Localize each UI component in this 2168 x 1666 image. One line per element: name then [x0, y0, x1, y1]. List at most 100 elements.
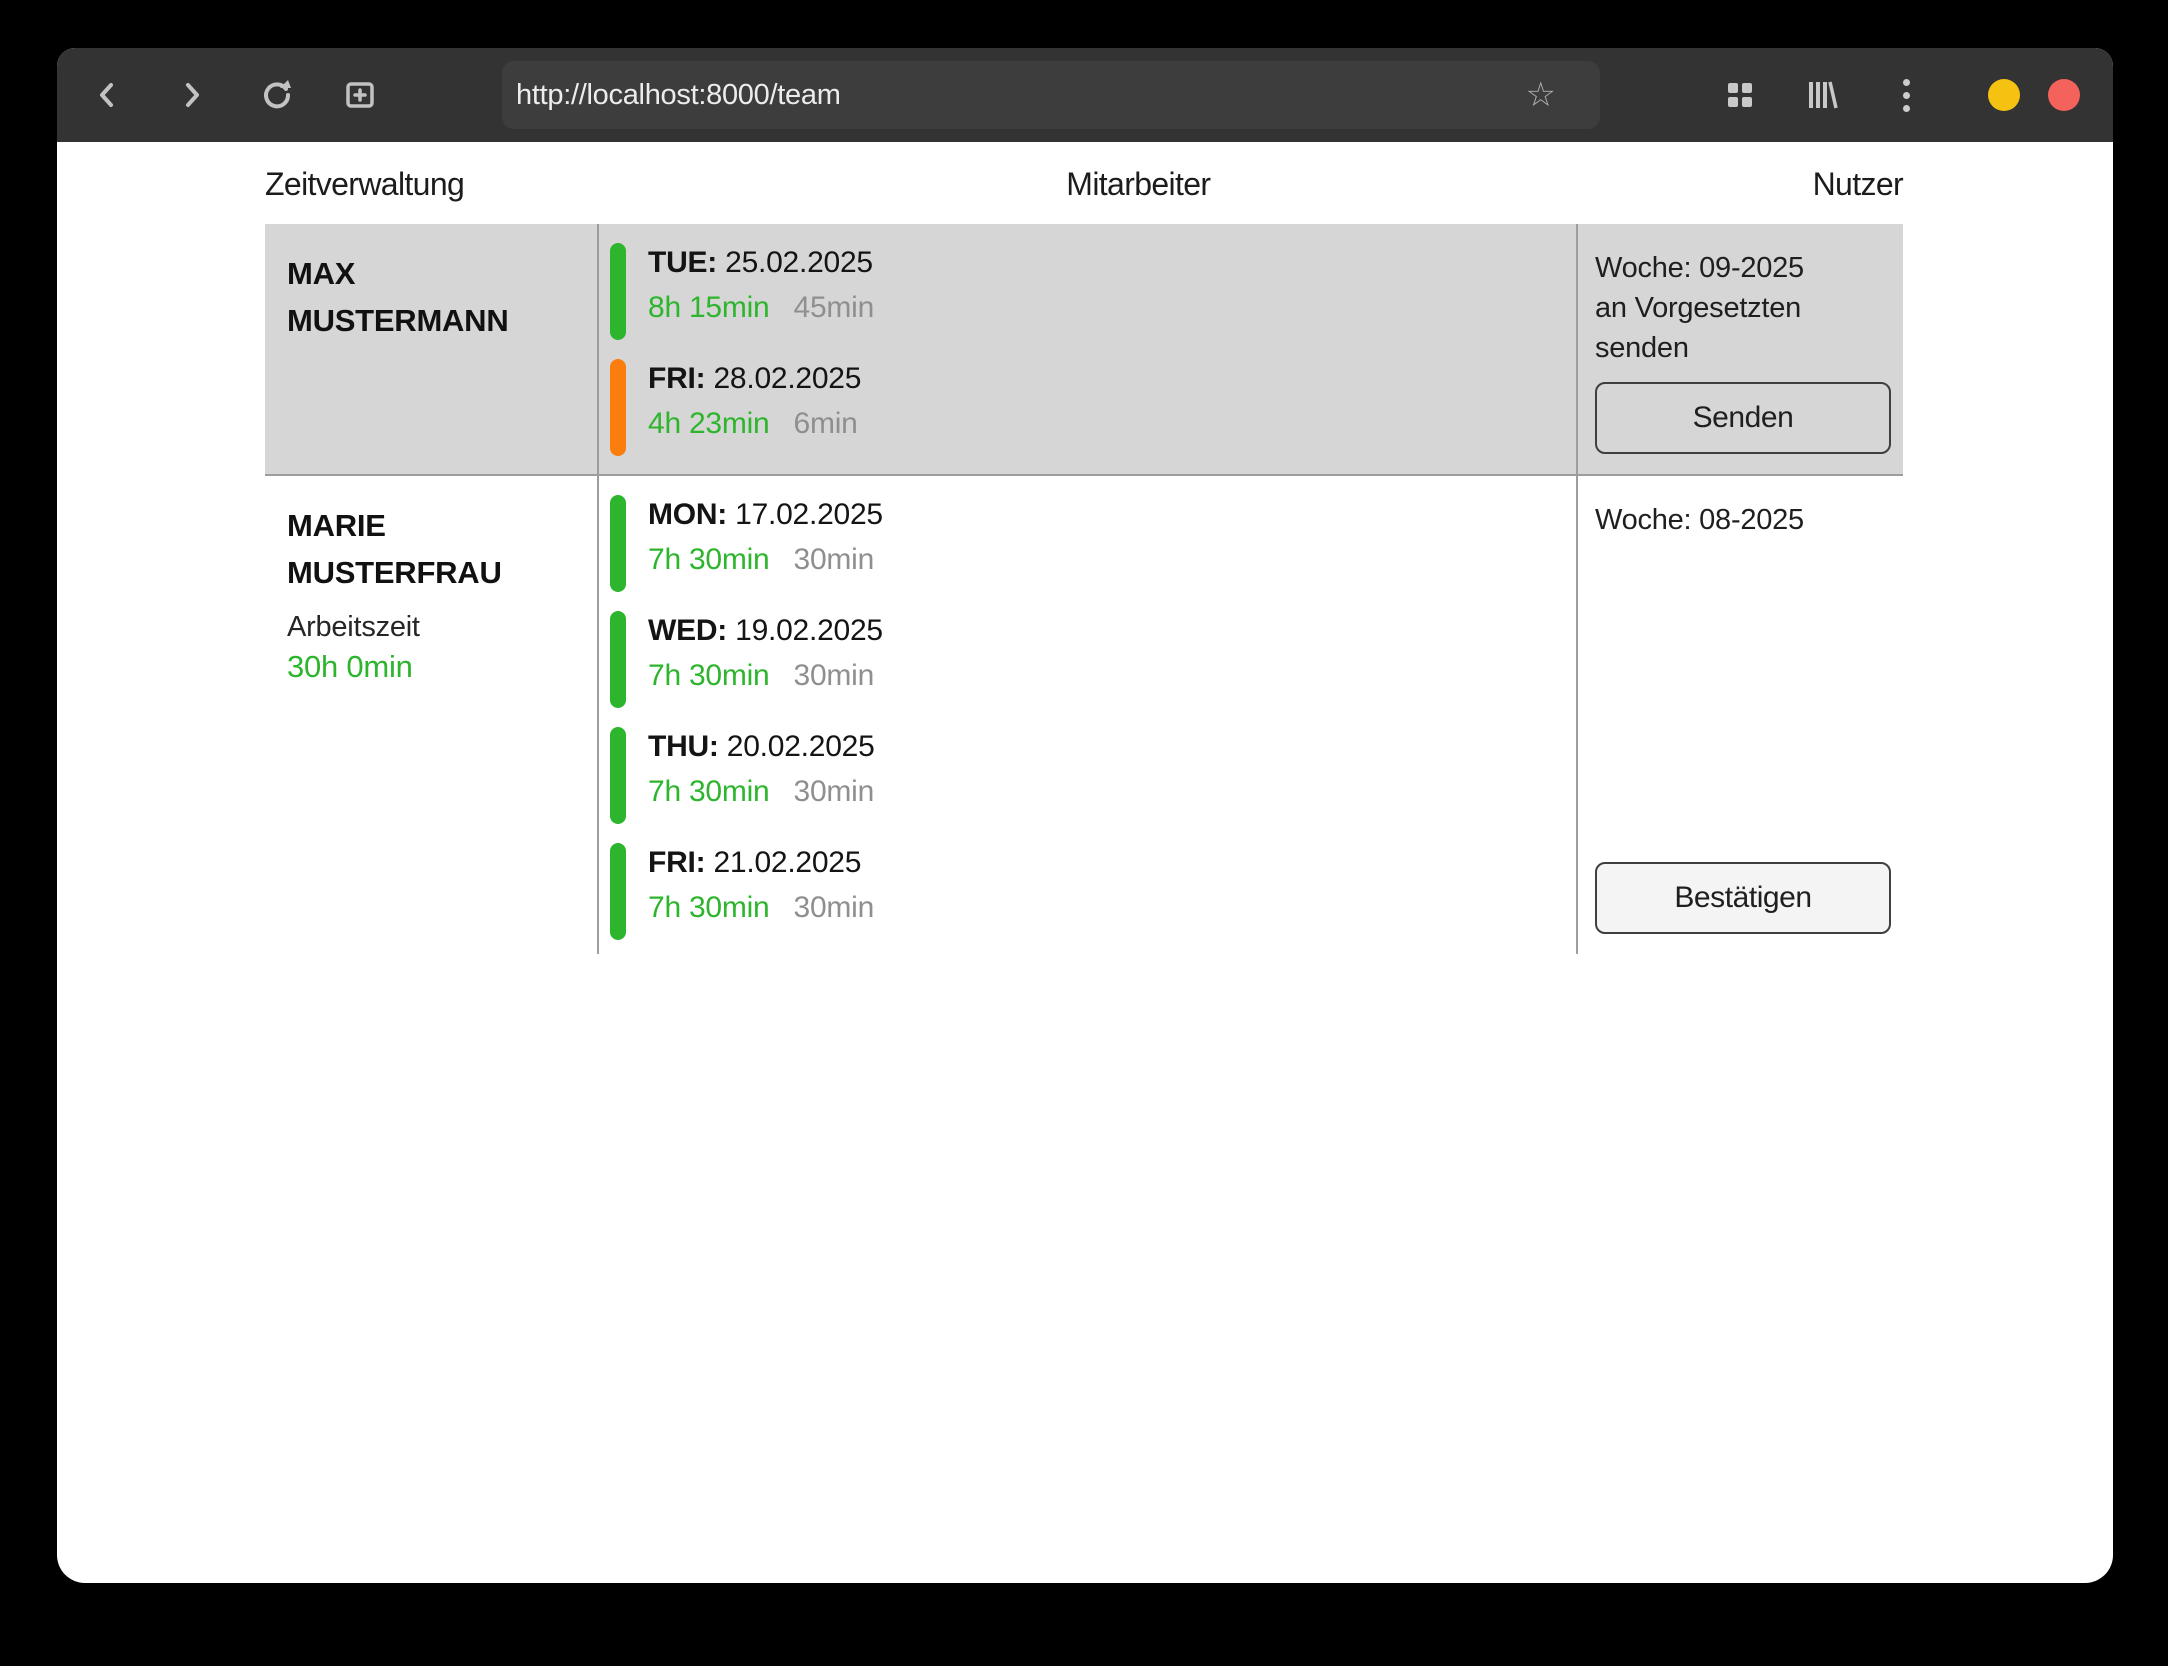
- day-entry: TUE: 25.02.2025 8h 15min 45min: [610, 240, 1576, 340]
- tabs-overview-button[interactable]: [1722, 77, 1758, 113]
- team-row: MAXMUSTERMANN TUE: 25.02.2025 8h 15min 45mi…: [265, 224, 1903, 476]
- work-duration: 7h 30min: [648, 775, 770, 808]
- browser-window: ☆: [57, 48, 2113, 1583]
- team-table: MAXMUSTERMANN TUE: 25.02.2025 8h 15min 45mi…: [265, 224, 1903, 954]
- status-bar-orange: [610, 359, 626, 456]
- employee-name-line: MUSTERFRAU: [287, 549, 587, 596]
- status-bar-green: [610, 727, 626, 824]
- day-entry-time-line: 4h 23min 6min: [648, 401, 861, 446]
- day-entry-text: THU: 20.02.2025 7h 30min 30min: [648, 724, 875, 814]
- week-label-line: Woche: 09-2025: [1595, 248, 1891, 288]
- day-entry-time-line: 8h 15min 45min: [648, 285, 874, 330]
- day-label: FRI:: [648, 846, 705, 879]
- day-label: MON:: [648, 498, 727, 531]
- minimize-button[interactable]: [1988, 79, 2020, 111]
- date-value: 17.02.2025: [727, 498, 883, 531]
- chevron-left-icon: [92, 80, 122, 110]
- day-label: THU:: [648, 730, 719, 763]
- break-duration: 30min: [794, 775, 875, 808]
- reload-icon: [260, 78, 294, 112]
- employee-name: MARIEMUSTERFRAU: [287, 502, 587, 596]
- day-entry-date-line: FRI: 28.02.2025: [648, 356, 861, 401]
- day-entry: MON: 17.02.2025 7h 30min 30min: [610, 492, 1576, 592]
- close-button[interactable]: [2048, 79, 2080, 111]
- nav-item-zeitverwaltung[interactable]: Zeitverwaltung: [265, 166, 464, 203]
- url-bar: ☆: [502, 61, 1600, 129]
- new-tab-button[interactable]: [342, 77, 378, 113]
- day-entry-text: TUE: 25.02.2025 8h 15min 45min: [648, 240, 874, 330]
- day-entry-text: MON: 17.02.2025 7h 30min 30min: [648, 492, 883, 582]
- day-entry-date-line: FRI: 21.02.2025: [648, 840, 874, 885]
- work-duration: 7h 30min: [648, 891, 770, 924]
- status-bar-green: [610, 611, 626, 708]
- nav-item-nutzer[interactable]: Nutzer: [1813, 166, 1903, 203]
- work-duration: 8h 15min: [648, 291, 770, 324]
- break-duration: 30min: [794, 659, 875, 692]
- day-entries-cell: MON: 17.02.20257h 30min30minWED: 19.02.2…: [597, 476, 1576, 954]
- week-label-line: Woche: 08-2025: [1595, 500, 1891, 540]
- work-duration: 4h 23min: [648, 407, 770, 440]
- day-label: TUE:: [648, 246, 717, 279]
- week-label-line: senden: [1595, 328, 1891, 368]
- new-tab-icon: [343, 78, 377, 112]
- date-value: 19.02.2025: [727, 614, 883, 647]
- employee-name: MAXMUSTERMANN: [287, 250, 587, 344]
- employee-name-cell: MAXMUSTERMANN: [265, 224, 597, 474]
- day-entry-date-line: WED: 19.02.2025: [648, 608, 883, 653]
- week-cell: Woche: 08-2025 Bestätigen: [1576, 476, 1903, 954]
- menu-button[interactable]: [1888, 77, 1924, 113]
- nav-item-mitarbeiter[interactable]: Mitarbeiter: [1066, 166, 1210, 203]
- date-value: 21.02.2025: [705, 846, 861, 879]
- break-duration: 6min: [794, 407, 858, 440]
- reload-button[interactable]: [259, 77, 295, 113]
- grid-icon: [1724, 79, 1756, 111]
- library-button[interactable]: [1804, 77, 1840, 113]
- day-entry-time-line: 7h 30min 30min: [648, 769, 875, 814]
- page-content: Zeitverwaltung Mitarbeiter Nutzer MAXMUS…: [57, 166, 2113, 954]
- chevron-right-icon: [177, 80, 207, 110]
- status-bar-green: [610, 843, 626, 940]
- week-label-line: an Vorgesetzten: [1595, 288, 1891, 328]
- back-button[interactable]: [89, 77, 125, 113]
- bestaetigen-button[interactable]: Bestätigen: [1595, 862, 1891, 934]
- break-duration: 45min: [794, 291, 875, 324]
- top-navigation: Zeitverwaltung Mitarbeiter Nutzer: [265, 166, 1903, 210]
- employee-name-line: MAX: [287, 250, 587, 297]
- day-entry: FRI: 28.02.2025 4h 23min 6min: [610, 356, 1576, 456]
- day-label: WED:: [648, 614, 727, 647]
- employee-name-line: MARIE: [287, 502, 587, 549]
- day-entry-text: WED: 19.02.2025 7h 30min 30min: [648, 608, 883, 698]
- day-entry: FRI: 21.02.2025 7h 30min 30min: [610, 840, 1576, 940]
- day-entry-time-line: 7h 30min 30min: [648, 653, 883, 698]
- work-duration: 7h 30min: [648, 543, 770, 576]
- date-value: 20.02.2025: [719, 730, 875, 763]
- employee-name-line: MUSTERMANN: [287, 297, 587, 344]
- day-entry-time-line: 7h 30min 30min: [648, 885, 874, 930]
- day-entry-date-line: TUE: 25.02.2025: [648, 240, 874, 285]
- day-entry-text: FRI: 21.02.2025 7h 30min 30min: [648, 840, 874, 930]
- worktime-value: 30h 0min: [287, 646, 587, 688]
- work-duration: 7h 30min: [648, 659, 770, 692]
- bookmark-star-icon[interactable]: ☆: [1526, 61, 1556, 129]
- day-entries-cell: TUE: 25.02.2025 8h 15min 45min FRI: 28.02.2…: [597, 224, 1576, 474]
- employee-name-cell: MARIEMUSTERFRAU Arbeitszeit30h 0min: [265, 476, 597, 954]
- status-bar-green: [610, 243, 626, 340]
- day-entry-text: FRI: 28.02.2025 4h 23min 6min: [648, 356, 861, 446]
- break-duration: 30min: [794, 543, 875, 576]
- day-label: FRI:: [648, 362, 705, 395]
- browser-toolbar: ☆: [57, 48, 2113, 142]
- library-books-icon: [1805, 78, 1839, 112]
- kebab-menu-icon: [1903, 76, 1910, 115]
- team-row: MARIEMUSTERFRAU Arbeitszeit30h 0min MON: 1…: [265, 476, 1903, 954]
- break-duration: 30min: [794, 891, 875, 924]
- worktime-label: Arbeitszeit: [287, 608, 587, 646]
- senden-button[interactable]: Senden: [1595, 382, 1891, 454]
- url-input[interactable]: [502, 79, 1600, 112]
- week-cell: Woche: 09-2025an Vorgesetztensenden Sende…: [1576, 224, 1903, 474]
- day-entry-date-line: THU: 20.02.2025: [648, 724, 875, 769]
- date-value: 28.02.2025: [705, 362, 861, 395]
- day-entry: THU: 20.02.2025 7h 30min 30min: [610, 724, 1576, 824]
- forward-button[interactable]: [174, 77, 210, 113]
- day-entry-time-line: 7h 30min 30min: [648, 537, 883, 582]
- day-entry: WED: 19.02.2025 7h 30min 30min: [610, 608, 1576, 708]
